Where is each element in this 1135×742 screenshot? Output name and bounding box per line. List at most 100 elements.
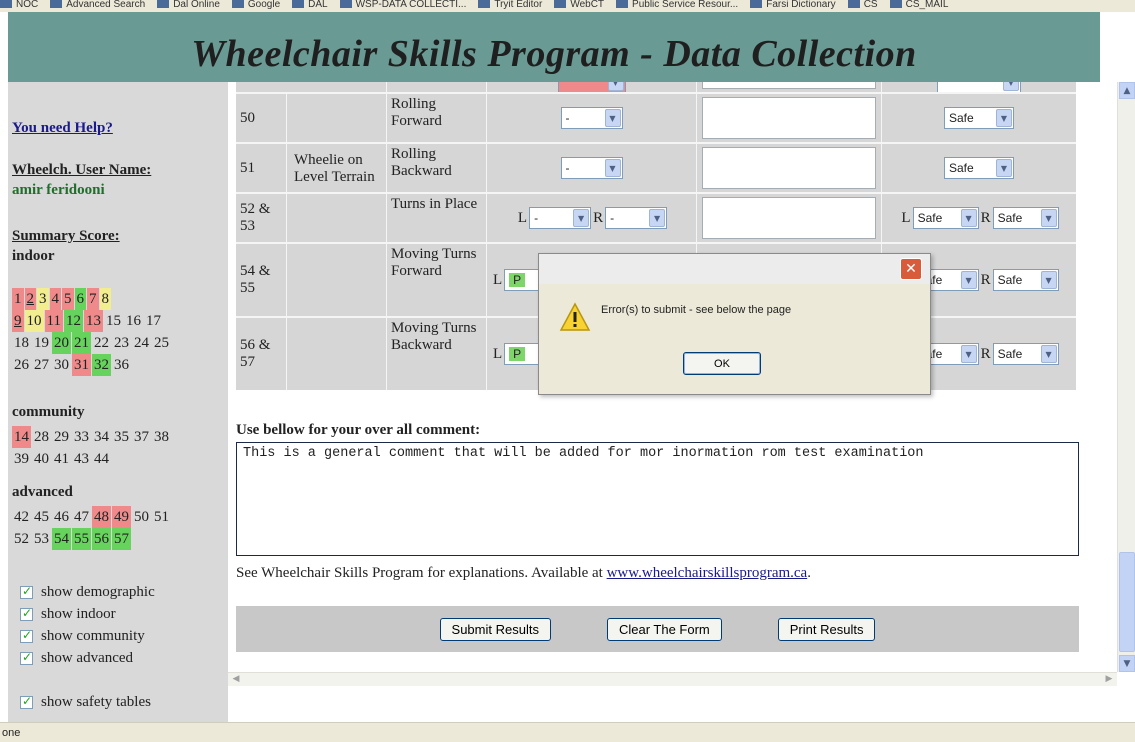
bookmark-item[interactable]: CS — [848, 0, 878, 10]
skill-score-17[interactable]: 17 — [144, 310, 163, 332]
skill-score-14[interactable]: 14 — [12, 426, 31, 448]
bookmark-item[interactable]: WSP-DATA COLLECTI... — [340, 0, 467, 10]
skill-comment-input[interactable] — [702, 147, 876, 189]
scroll-up-icon[interactable]: ▲ — [1119, 82, 1135, 99]
rating-select[interactable]: Safe ▼ — [992, 207, 1059, 229]
skill-score-48[interactable]: 48 — [92, 506, 111, 528]
skill-score-2[interactable]: 2 — [24, 288, 36, 310]
skill-score-10[interactable]: 10 — [24, 310, 44, 332]
ok-button[interactable]: OK — [683, 352, 761, 375]
skill-comment-input[interactable] — [702, 197, 876, 239]
skill-score-29[interactable]: 29 — [52, 426, 71, 448]
skill-score-9[interactable]: 9 — [12, 310, 24, 332]
chevron-down-icon[interactable]: ▼ — [573, 209, 590, 227]
bookmark-item[interactable]: Dal Online — [157, 0, 220, 10]
skill-score-33[interactable]: 33 — [72, 426, 91, 448]
bookmark-item[interactable]: CS_MAIL — [890, 0, 949, 10]
rating-select[interactable]: Safe ▼ — [992, 269, 1059, 291]
help-link[interactable]: You need Help? — [12, 120, 113, 137]
skill-score-7[interactable]: 7 — [87, 288, 99, 310]
bookmark-item[interactable]: Farsi Dictionary — [750, 0, 835, 10]
skill-score-22[interactable]: 22 — [92, 332, 111, 354]
skill-score-28[interactable]: 28 — [32, 426, 51, 448]
chevron-down-icon[interactable]: ▼ — [1040, 345, 1057, 363]
skill-score-50[interactable]: 50 — [132, 506, 151, 528]
skill-score-52[interactable]: 52 — [12, 528, 31, 550]
skill-score-40[interactable]: 40 — [32, 448, 51, 470]
bookmark-item[interactable]: Public Service Resour... — [616, 0, 738, 10]
skill-score-51[interactable]: 51 — [152, 506, 171, 528]
skill-score-55[interactable]: 55 — [72, 528, 91, 550]
skill-score-38[interactable]: 38 — [152, 426, 171, 448]
rating-select[interactable]: Safe ▼ — [992, 343, 1059, 365]
chevron-down-icon[interactable]: ▼ — [604, 159, 621, 177]
chevron-down-icon[interactable]: ▼ — [996, 109, 1012, 127]
skill-score-49[interactable]: 49 — [112, 506, 131, 528]
checkbox-row[interactable]: show indoor — [20, 606, 116, 623]
bookmark-item[interactable]: DAL — [292, 0, 327, 10]
skill-score-27[interactable]: 27 — [32, 354, 51, 376]
skill-score-8[interactable]: 8 — [99, 288, 111, 310]
skill-score-34[interactable]: 34 — [92, 426, 111, 448]
checkbox[interactable] — [20, 694, 33, 709]
skill-score-13[interactable]: 13 — [83, 310, 103, 332]
scroll-down-icon[interactable]: ▼ — [1119, 655, 1135, 672]
chevron-down-icon[interactable]: ▼ — [960, 209, 977, 227]
skill-score-31[interactable]: 31 — [72, 354, 91, 376]
skill-score-19[interactable]: 19 — [32, 332, 51, 354]
checkbox[interactable] — [20, 628, 33, 643]
skill-score-30[interactable]: 30 — [52, 354, 71, 376]
bookmark-item[interactable]: WebCT — [554, 0, 604, 10]
skill-score-47[interactable]: 47 — [72, 506, 91, 528]
bookmark-item[interactable]: NOC — [0, 0, 38, 10]
checkbox-row[interactable]: show safety tables — [20, 694, 151, 711]
overall-comment-textarea[interactable]: This is a general comment that will be a… — [236, 442, 1079, 556]
vertical-scrollbar[interactable]: ▲ ▼ — [1117, 82, 1135, 672]
clear-form-button[interactable]: Clear The Form — [606, 617, 722, 641]
skill-score-37[interactable]: 37 — [132, 426, 151, 448]
skill-score-6[interactable]: 6 — [74, 288, 86, 310]
print-results-button[interactable]: Print Results — [777, 617, 876, 641]
chevron-down-icon[interactable]: ▼ — [960, 345, 977, 363]
rating-select[interactable]: Safe ▼ — [912, 207, 979, 229]
skill-score-11[interactable]: 11 — [44, 310, 63, 332]
skill-score-46[interactable]: 46 — [52, 506, 71, 528]
skill-score-35[interactable]: 35 — [112, 426, 131, 448]
checkbox[interactable] — [20, 584, 33, 599]
chevron-down-icon[interactable]: ▼ — [996, 159, 1012, 177]
scroll-left-icon[interactable]: ◀ — [228, 673, 244, 686]
skill-score-12[interactable]: 12 — [63, 310, 83, 332]
checkbox[interactable] — [20, 650, 33, 665]
dialog-titlebar[interactable] — [539, 254, 930, 284]
skill-score-45[interactable]: 45 — [32, 506, 51, 528]
scroll-thumb[interactable] — [1119, 552, 1135, 652]
skill-score-20[interactable]: 20 — [52, 332, 71, 354]
skill-score-41[interactable]: 41 — [52, 448, 71, 470]
horizontal-scrollbar[interactable]: ◀ ▶ — [228, 672, 1117, 686]
skill-score-1[interactable]: 1 — [12, 288, 24, 310]
skill-score-53[interactable]: 53 — [32, 528, 51, 550]
checkbox-row[interactable]: show advanced — [20, 650, 133, 667]
chevron-down-icon[interactable]: ▼ — [1040, 271, 1057, 289]
skill-score-24[interactable]: 24 — [132, 332, 151, 354]
rating-select[interactable]: - ▼ — [560, 107, 623, 129]
checkbox-row[interactable]: show community — [20, 628, 145, 645]
skill-score-39[interactable]: 39 — [12, 448, 31, 470]
chevron-down-icon[interactable]: ▼ — [960, 271, 977, 289]
close-icon[interactable]: ✕ — [900, 258, 922, 280]
bookmark-item[interactable]: Google — [232, 0, 280, 10]
skill-score-32[interactable]: 32 — [92, 354, 111, 376]
skill-score-56[interactable]: 56 — [92, 528, 111, 550]
checkbox[interactable] — [20, 606, 33, 621]
skill-score-4[interactable]: 4 — [49, 288, 61, 310]
chevron-down-icon[interactable]: ▼ — [604, 109, 621, 127]
bookmark-item[interactable]: Advanced Search — [50, 0, 145, 10]
skill-score-43[interactable]: 43 — [72, 448, 91, 470]
submit-results-button[interactable]: Submit Results — [439, 617, 551, 641]
skill-score-21[interactable]: 21 — [72, 332, 91, 354]
skill-score-16[interactable]: 16 — [124, 310, 143, 332]
chevron-down-icon[interactable]: ▼ — [649, 209, 666, 227]
skill-score-5[interactable]: 5 — [62, 288, 74, 310]
rating-select[interactable]: - ▼ — [529, 207, 592, 229]
rating-select[interactable]: Safe ▼ — [944, 157, 1014, 179]
